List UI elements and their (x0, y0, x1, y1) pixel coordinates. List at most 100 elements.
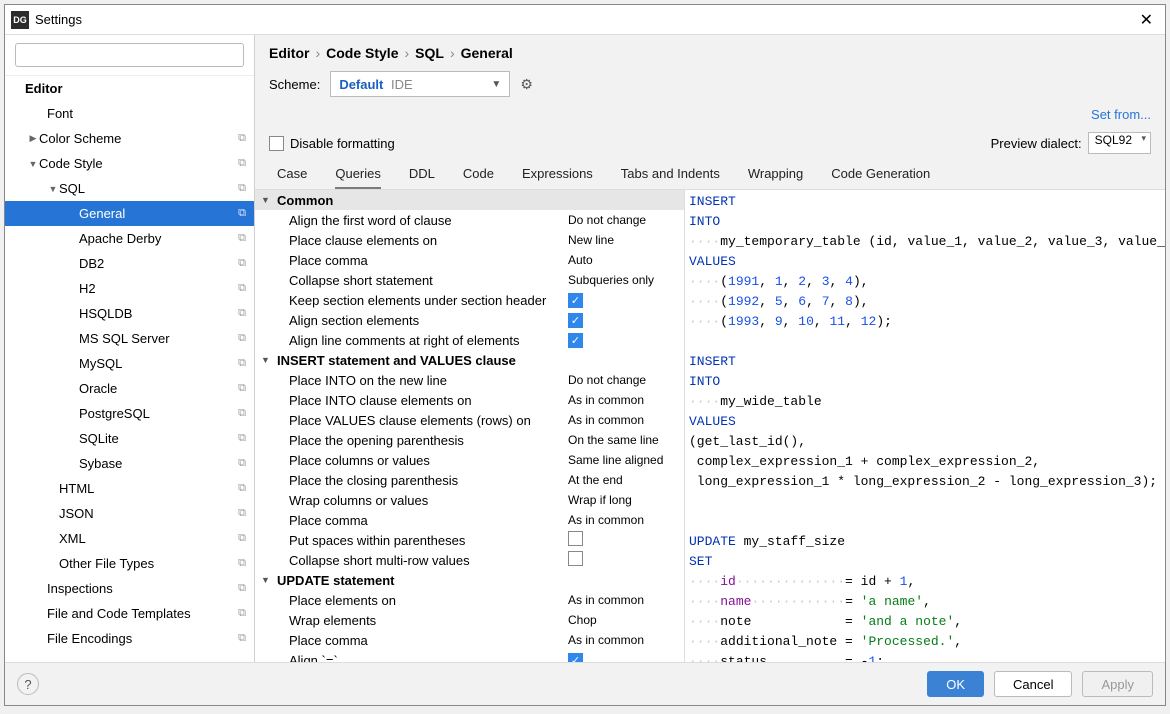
setting-row[interactable]: Align the first word of clauseDo not cha… (255, 210, 684, 230)
sidebar-item-color-scheme[interactable]: ▶Color Scheme⧉ (5, 126, 254, 151)
tab-tabs-and-indents[interactable]: Tabs and Indents (621, 162, 720, 189)
setting-value[interactable]: As in common (564, 593, 684, 607)
copy-icon: ⧉ (238, 282, 246, 295)
sidebar-header[interactable]: Editor (5, 76, 254, 101)
setting-row[interactable]: Place commaAs in common (255, 510, 684, 530)
sidebar-item-label: JSON (59, 506, 238, 521)
setting-row[interactable]: Wrap elementsChop (255, 610, 684, 630)
setting-checkbox[interactable]: ✓ (568, 653, 583, 663)
scheme-label: Scheme: (269, 77, 320, 92)
setting-label: Place the closing parenthesis (255, 473, 564, 488)
sidebar-item-mysql[interactable]: MySQL⧉ (5, 351, 254, 376)
setting-row[interactable]: Place INTO on the new lineDo not change (255, 370, 684, 390)
setting-value[interactable]: As in common (564, 633, 684, 647)
expand-arrow-icon: ▼ (47, 184, 59, 194)
sidebar-item-ms-sql-server[interactable]: MS SQL Server⧉ (5, 326, 254, 351)
sidebar-item-sql[interactable]: ▼SQL⧉ (5, 176, 254, 201)
sidebar-item-apache-derby[interactable]: Apache Derby⧉ (5, 226, 254, 251)
collapse-arrow-icon: ▼ (261, 355, 277, 365)
sidebar-item-hsqldb[interactable]: HSQLDB⧉ (5, 301, 254, 326)
setting-row[interactable]: Place commaAuto (255, 250, 684, 270)
setting-value[interactable]: As in common (564, 393, 684, 407)
setting-row[interactable]: Place clause elements onNew line (255, 230, 684, 250)
setting-row[interactable]: Place VALUES clause elements (rows) onAs… (255, 410, 684, 430)
sidebar-item-sybase[interactable]: Sybase⧉ (5, 451, 254, 476)
setting-label: Collapse short multi-row values (255, 553, 564, 568)
cancel-button[interactable]: Cancel (994, 671, 1072, 697)
tab-queries[interactable]: Queries (335, 162, 381, 189)
tab-expressions[interactable]: Expressions (522, 162, 593, 189)
setting-value[interactable]: As in common (564, 513, 684, 527)
setting-row[interactable]: Place the opening parenthesisOn the same… (255, 430, 684, 450)
setting-value[interactable]: New line (564, 233, 684, 247)
tab-code-generation[interactable]: Code Generation (831, 162, 930, 189)
setting-value[interactable]: Subqueries only (564, 273, 684, 287)
sidebar-item-h2[interactable]: H2⧉ (5, 276, 254, 301)
ok-button[interactable]: OK (927, 671, 984, 697)
preview-dialect-select[interactable]: SQL92 (1088, 132, 1151, 154)
sidebar-item-oracle[interactable]: Oracle⧉ (5, 376, 254, 401)
setting-checkbox[interactable] (568, 551, 583, 566)
sidebar-item-xml[interactable]: XML⧉ (5, 526, 254, 551)
setting-checkbox[interactable] (568, 531, 583, 546)
sidebar-item-json[interactable]: JSON⧉ (5, 501, 254, 526)
sidebar-item-font[interactable]: Font (5, 101, 254, 126)
setting-value[interactable]: On the same line (564, 433, 684, 447)
setting-label: Place the opening parenthesis (255, 433, 564, 448)
sidebar-item-postgresql[interactable]: PostgreSQL⧉ (5, 401, 254, 426)
setting-row[interactable]: Place elements onAs in common (255, 590, 684, 610)
group-header[interactable]: ▼INSERT statement and VALUES clause (255, 350, 684, 370)
setting-row[interactable]: Align line comments at right of elements… (255, 330, 684, 350)
setting-row[interactable]: Place INTO clause elements onAs in commo… (255, 390, 684, 410)
setting-value[interactable]: Do not change (564, 373, 684, 387)
setting-checkbox[interactable]: ✓ (568, 293, 583, 308)
disable-formatting-checkbox[interactable] (269, 136, 284, 151)
setting-checkbox[interactable]: ✓ (568, 313, 583, 328)
setting-row[interactable]: Place commaAs in common (255, 630, 684, 650)
setting-row[interactable]: Align section elements✓ (255, 310, 684, 330)
setting-row[interactable]: Put spaces within parentheses (255, 530, 684, 550)
setting-row[interactable]: Keep section elements under section head… (255, 290, 684, 310)
close-icon[interactable]: ✕ (1134, 10, 1159, 30)
setting-value[interactable]: Same line aligned (564, 453, 684, 467)
setting-value[interactable]: Chop (564, 613, 684, 627)
help-icon[interactable]: ? (17, 673, 39, 695)
setting-value[interactable]: Do not change (564, 213, 684, 227)
setting-value[interactable]: At the end (564, 473, 684, 487)
setting-row[interactable]: Collapse short statementSubqueries only (255, 270, 684, 290)
setting-row[interactable]: Wrap columns or valuesWrap if long (255, 490, 684, 510)
setting-row[interactable]: Align `=`✓ (255, 650, 684, 662)
sidebar-item-inspections[interactable]: Inspections⧉ (5, 576, 254, 601)
setting-value[interactable]: Wrap if long (564, 493, 684, 507)
sidebar-item-html[interactable]: HTML⧉ (5, 476, 254, 501)
sidebar-item-code-style[interactable]: ▼Code Style⧉ (5, 151, 254, 176)
tab-code[interactable]: Code (463, 162, 494, 189)
sidebar-item-label: MS SQL Server (79, 331, 238, 346)
tab-ddl[interactable]: DDL (409, 162, 435, 189)
setting-row[interactable]: Collapse short multi-row values (255, 550, 684, 570)
apply-button[interactable]: Apply (1082, 671, 1153, 697)
gear-icon[interactable]: ⚙ (520, 76, 533, 93)
setting-value[interactable]: Auto (564, 253, 684, 267)
group-header[interactable]: ▼UPDATE statement (255, 570, 684, 590)
setting-row[interactable]: Place columns or valuesSame line aligned (255, 450, 684, 470)
setting-label: Place clause elements on (255, 233, 564, 248)
group-header[interactable]: ▼Common (255, 190, 684, 210)
sidebar-item-general[interactable]: General⧉ (5, 201, 254, 226)
setting-checkbox[interactable]: ✓ (568, 333, 583, 348)
sidebar-item-label: XML (59, 531, 238, 546)
tab-case[interactable]: Case (277, 162, 307, 189)
setting-row[interactable]: Place the closing parenthesisAt the end (255, 470, 684, 490)
sidebar-item-file-encodings[interactable]: File Encodings⧉ (5, 626, 254, 651)
setting-value[interactable]: As in common (564, 413, 684, 427)
setting-label: Collapse short statement (255, 273, 564, 288)
sidebar-item-label: Code Style (39, 156, 238, 171)
set-from-link[interactable]: Set from... (1091, 107, 1151, 122)
sidebar-item-db2[interactable]: DB2⧉ (5, 251, 254, 276)
search-input[interactable] (15, 43, 244, 67)
sidebar-item-file-and-code-templates[interactable]: File and Code Templates⧉ (5, 601, 254, 626)
sidebar-item-other-file-types[interactable]: Other File Types⧉ (5, 551, 254, 576)
sidebar-item-sqlite[interactable]: SQLite⧉ (5, 426, 254, 451)
tab-wrapping[interactable]: Wrapping (748, 162, 803, 189)
scheme-select[interactable]: Default IDE ▼ (330, 71, 510, 97)
